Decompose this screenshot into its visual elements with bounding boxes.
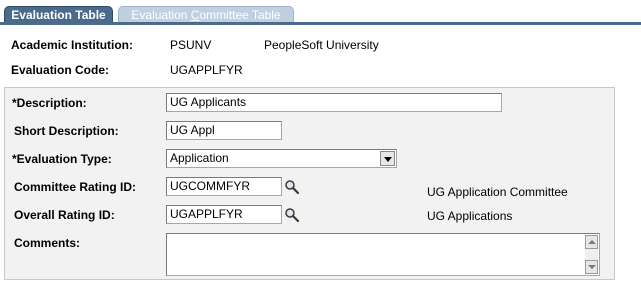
tab-evaluation-committee-table[interactable]: Evaluation Committee Table (118, 6, 294, 23)
arrow-down-icon[interactable] (585, 260, 598, 274)
eval-code-label: Evaluation Code: (11, 63, 110, 77)
overall-rating-field[interactable]: UGAPPLFYR (166, 205, 282, 224)
overall-rating-description: UG Applications (427, 209, 513, 223)
arrow-up-icon[interactable] (585, 235, 598, 249)
eval-code-value: UGAPPLFYR (170, 63, 243, 77)
committee-rating-field[interactable]: UGCOMMFYR (166, 177, 282, 196)
tab-evaluation-table[interactable]: Evaluation Table (4, 6, 113, 23)
magnifier-icon[interactable] (284, 207, 300, 223)
description-field[interactable]: UG Applicants (166, 93, 502, 112)
short-description-field[interactable]: UG Appl (166, 121, 282, 140)
short-description-label: Short Description: (14, 124, 119, 138)
comments-label: Comments: (14, 236, 81, 250)
comments-field[interactable] (166, 233, 600, 276)
institution-code: PSUNV (170, 38, 212, 52)
tab-committee-label-pre: Evaluation (131, 8, 191, 22)
description-label: *Description: (12, 96, 87, 110)
tab-committee-label-post: ommittee Table (199, 8, 281, 22)
evaluation-type-value: Application (170, 151, 229, 165)
magnifier-icon[interactable] (284, 179, 300, 195)
institution-name: PeopleSoft University (264, 38, 379, 52)
committee-rating-description: UG Application Committee (427, 185, 568, 199)
evaluation-type-label: *Evaluation Type: (12, 152, 112, 166)
committee-rating-label: Committee Rating ID: (14, 180, 137, 194)
chevron-down-icon[interactable] (380, 151, 395, 166)
tab-underline (0, 22, 641, 25)
tab-evaluation-table-label: Evaluation Table (11, 8, 106, 22)
institution-label: Academic Institution: (11, 38, 134, 52)
evaluation-type-select[interactable]: Application (166, 149, 397, 168)
overall-rating-label: Overall Rating ID: (14, 208, 115, 222)
